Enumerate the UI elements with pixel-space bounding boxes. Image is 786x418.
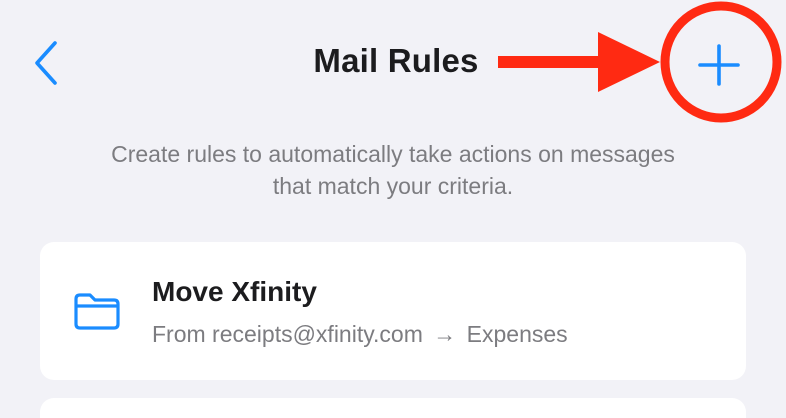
rule-arrow: →	[433, 321, 457, 347]
list-item	[40, 398, 746, 418]
rule-condition: From receipts@xfinity.com	[152, 321, 423, 347]
rule-name: Move Xfinity	[152, 276, 317, 307]
plus-icon	[698, 44, 740, 86]
folder-icon	[74, 293, 120, 330]
rule-destination: Expenses	[466, 321, 568, 347]
rule-summary: From receipts@xfinity.com → Expenses	[152, 321, 568, 348]
rules-description: Create rules to automatically take actio…	[40, 138, 746, 202]
add-rule-button[interactable]	[690, 36, 748, 94]
description-line: Create rules to automatically take actio…	[111, 141, 675, 167]
navigation-bar: Mail Rules	[0, 0, 786, 130]
rule-item-move-xfinity[interactable]: Move Xfinity From receipts@xfinity.com →…	[40, 242, 746, 380]
right-arrow-icon	[498, 32, 660, 92]
description-line: that match your criteria.	[272, 173, 514, 199]
